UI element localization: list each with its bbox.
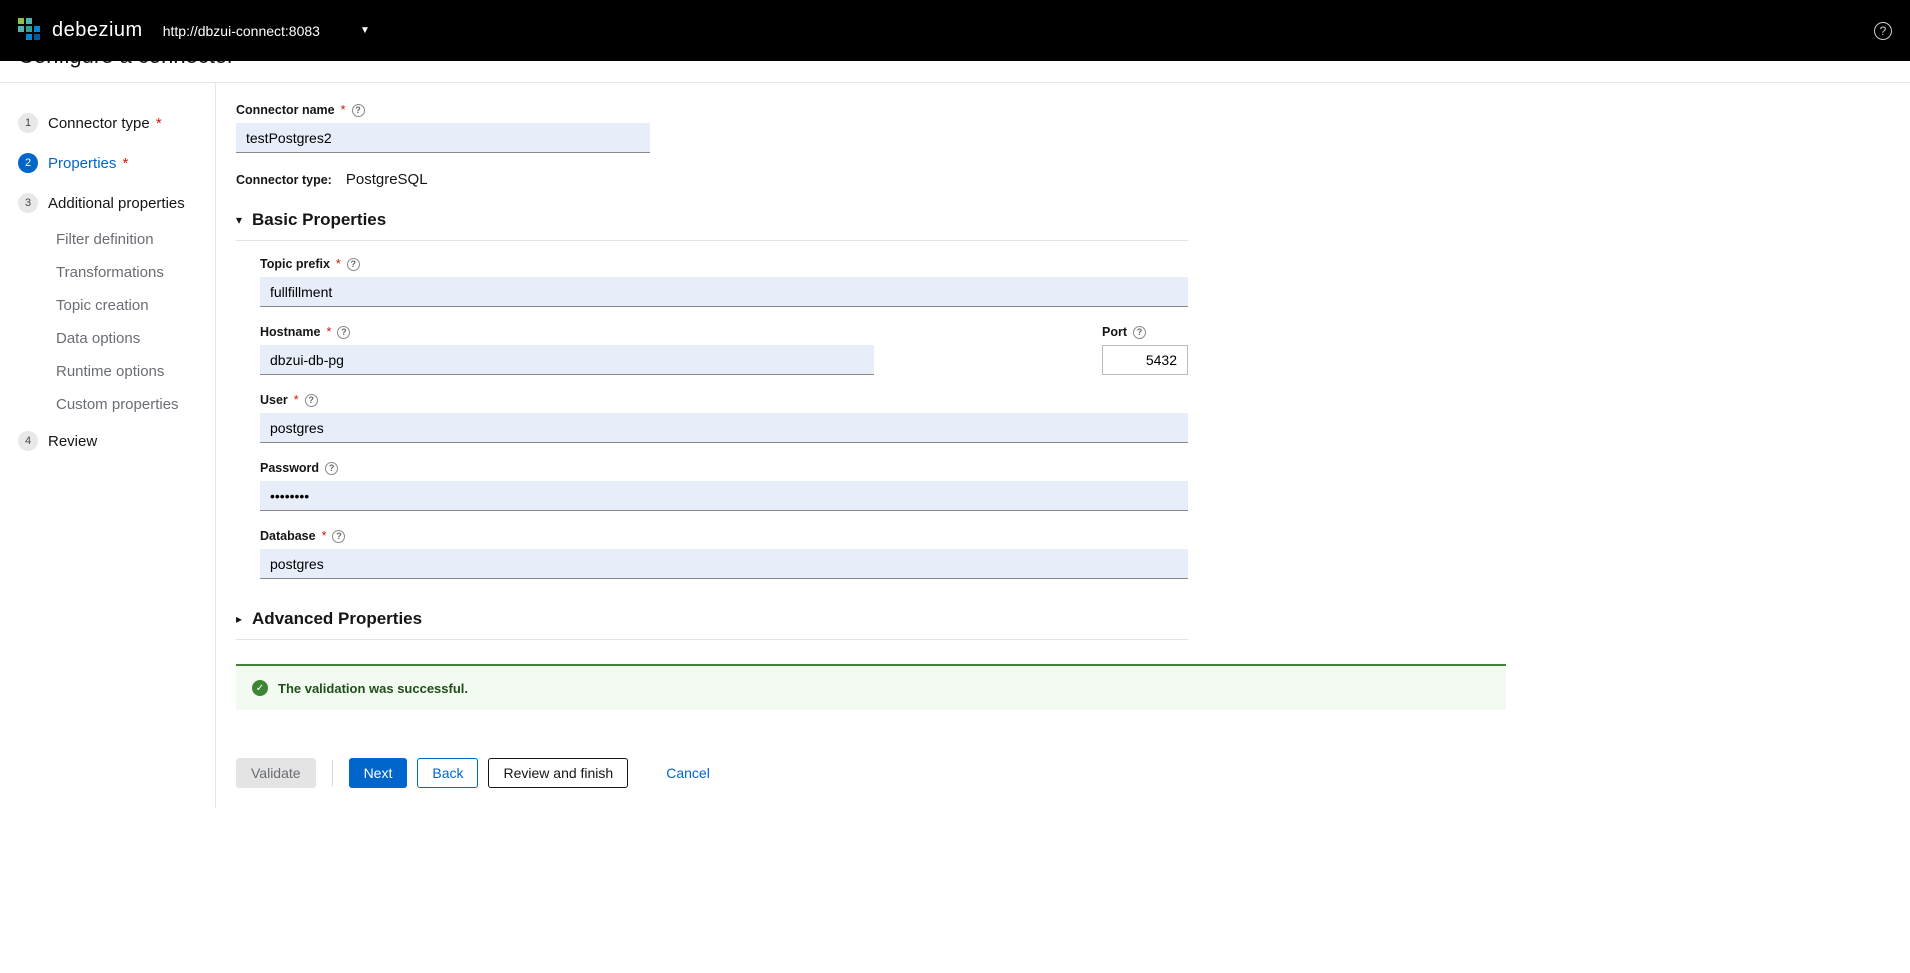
validation-alert: ✓ The validation was successful. bbox=[236, 664, 1506, 710]
connector-name-label: Connector name bbox=[236, 103, 335, 117]
port-label: Port bbox=[1102, 325, 1127, 339]
alert-text: The validation was successful. bbox=[278, 681, 468, 696]
chevron-down-icon: ▾ bbox=[236, 213, 242, 227]
check-circle-icon: ✓ bbox=[252, 680, 268, 696]
next-button[interactable]: Next bbox=[349, 758, 408, 788]
page-title-row: Configure a connector bbox=[0, 61, 1910, 83]
hostname-input[interactable] bbox=[260, 345, 874, 375]
database-label: Database bbox=[260, 529, 316, 543]
password-label: Password bbox=[260, 461, 319, 475]
help-icon[interactable]: ? bbox=[305, 394, 318, 407]
help-icon[interactable]: ? bbox=[347, 258, 360, 271]
step-label: Properties * bbox=[48, 155, 128, 172]
topic-prefix-input[interactable] bbox=[260, 277, 1188, 307]
user-label: User bbox=[260, 393, 288, 407]
topic-prefix-group: Topic prefix * ? bbox=[260, 257, 1188, 307]
step-label: Connector type * bbox=[48, 115, 162, 132]
user-group: User * ? bbox=[260, 393, 1188, 443]
required-star: * bbox=[326, 325, 331, 339]
connector-name-input[interactable] bbox=[236, 123, 650, 153]
connector-type-row: Connector type: PostgreSQL bbox=[236, 171, 1726, 188]
required-star: * bbox=[336, 257, 341, 271]
brand-logo[interactable]: debezium bbox=[18, 18, 143, 44]
cluster-selector[interactable]: http://dbzui-connect:8083 ▼ bbox=[163, 23, 370, 39]
section-title: Basic Properties bbox=[252, 210, 386, 230]
review-and-finish-button[interactable]: Review and finish bbox=[488, 758, 628, 788]
required-star: * bbox=[322, 529, 327, 543]
form-content: Connector name * ? Connector type: Postg… bbox=[216, 83, 1736, 808]
step-badge: 2 bbox=[18, 153, 38, 173]
help-icon[interactable]: ? bbox=[325, 462, 338, 475]
connector-name-group: Connector name * ? bbox=[236, 103, 1726, 153]
wizard-substep-topic-creation[interactable]: Topic creation bbox=[18, 289, 201, 322]
required-star: * bbox=[294, 393, 299, 407]
connector-type-label: Connector type: bbox=[236, 173, 332, 187]
help-icon[interactable]: ? bbox=[1874, 22, 1892, 40]
page-title: Configure a connector bbox=[18, 61, 234, 68]
step-badge: 1 bbox=[18, 113, 38, 133]
password-group: Password ? bbox=[260, 461, 1188, 511]
database-input[interactable] bbox=[260, 549, 1188, 579]
wizard-footer: Validate Next Back Review and finish Can… bbox=[236, 758, 1726, 788]
wizard-step-additional-properties[interactable]: 3 Additional properties bbox=[18, 183, 201, 223]
advanced-properties-header[interactable]: ▸ Advanced Properties bbox=[236, 597, 1188, 640]
step-label: Additional properties bbox=[48, 195, 185, 212]
back-button[interactable]: Back bbox=[417, 758, 478, 788]
hostname-group: Hostname * ? bbox=[260, 325, 874, 375]
hostname-label: Hostname bbox=[260, 325, 320, 339]
step-badge: 4 bbox=[18, 431, 38, 451]
basic-properties-header[interactable]: ▾ Basic Properties bbox=[236, 198, 1188, 241]
step-badge: 3 bbox=[18, 193, 38, 213]
wizard-substep-custom-properties[interactable]: Custom properties bbox=[18, 388, 201, 421]
divider bbox=[332, 760, 333, 786]
topic-prefix-label: Topic prefix bbox=[260, 257, 330, 271]
wizard-nav: 1 Connector type * 2 Properties * 3 Addi… bbox=[0, 83, 216, 808]
required-star: * bbox=[341, 103, 346, 117]
database-group: Database * ? bbox=[260, 529, 1188, 579]
wizard-substep-transformations[interactable]: Transformations bbox=[18, 256, 201, 289]
debezium-logo-icon bbox=[18, 18, 44, 44]
wizard-step-properties[interactable]: 2 Properties * bbox=[18, 143, 201, 183]
password-input[interactable] bbox=[260, 481, 1188, 511]
connector-type-value: PostgreSQL bbox=[346, 171, 428, 188]
help-icon[interactable]: ? bbox=[1133, 326, 1146, 339]
chevron-right-icon: ▸ bbox=[236, 612, 242, 626]
user-input[interactable] bbox=[260, 413, 1188, 443]
cluster-url: http://dbzui-connect:8083 bbox=[163, 23, 320, 39]
port-input[interactable] bbox=[1102, 345, 1188, 375]
wizard-substep-runtime-options[interactable]: Runtime options bbox=[18, 355, 201, 388]
help-icon[interactable]: ? bbox=[337, 326, 350, 339]
validate-button[interactable]: Validate bbox=[236, 758, 316, 788]
hostname-port-row: Hostname * ? Port ? bbox=[260, 325, 1188, 393]
wizard-substep-filter-definition[interactable]: Filter definition bbox=[18, 223, 201, 256]
brand-name: debezium bbox=[52, 19, 143, 42]
wizard-step-connector-type[interactable]: 1 Connector type * bbox=[18, 103, 201, 143]
port-group: Port ? bbox=[1102, 325, 1188, 375]
chevron-down-icon: ▼ bbox=[360, 25, 370, 36]
top-bar: debezium http://dbzui-connect:8083 ▼ ? bbox=[0, 0, 1910, 61]
wizard-step-review[interactable]: 4 Review bbox=[18, 421, 201, 461]
wizard-substep-data-options[interactable]: Data options bbox=[18, 322, 201, 355]
help-icon[interactable]: ? bbox=[332, 530, 345, 543]
cancel-button[interactable]: Cancel bbox=[652, 758, 724, 788]
help-icon[interactable]: ? bbox=[352, 104, 365, 117]
step-label: Review bbox=[48, 433, 97, 450]
section-title: Advanced Properties bbox=[252, 609, 422, 629]
